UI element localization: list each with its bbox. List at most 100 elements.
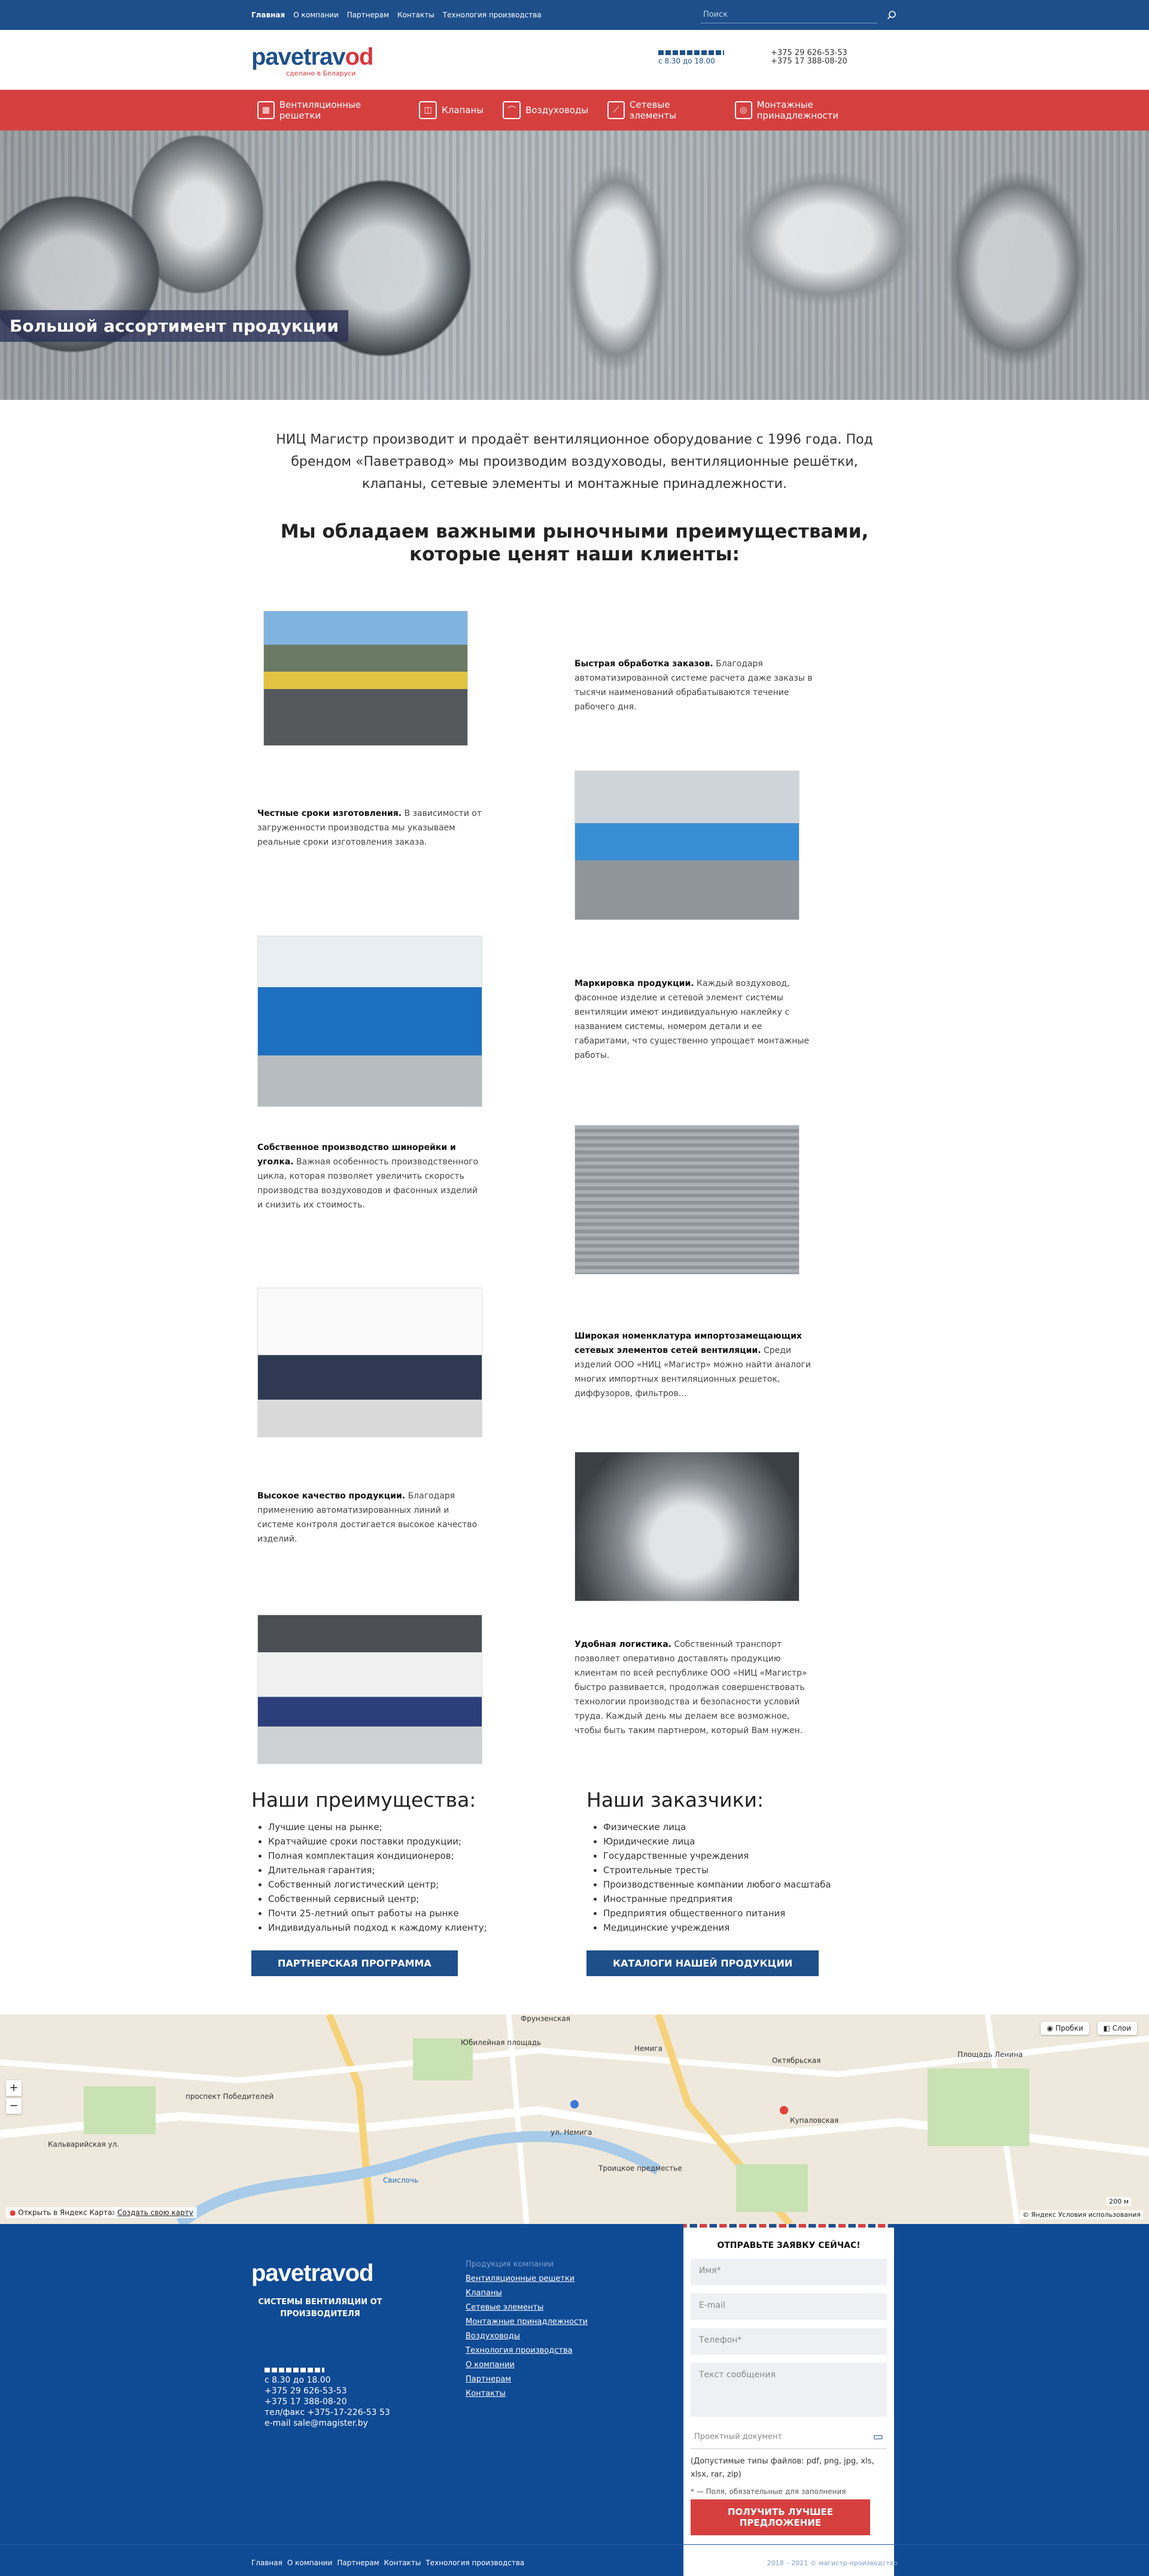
footer-link[interactable]: О компании — [466, 2358, 588, 2372]
hero-caption: Большой ассортимент продукции — [0, 310, 349, 342]
feature-title: Честные сроки изготовления. — [257, 809, 402, 818]
footer-link[interactable]: Вентиляционные решетки — [466, 2272, 588, 2286]
footer-contacts: с 8.30 до 18.00 +375 29 626-53-53 +375 1… — [265, 2368, 390, 2429]
grille-icon: ▦ — [257, 101, 275, 119]
feature-text: Маркировка продукции. Каждый воздуховод,… — [574, 976, 814, 1063]
category-valves[interactable]: ◫ Клапаны — [413, 101, 490, 119]
traffic-button[interactable]: ◉ Пробки — [1041, 2022, 1089, 2035]
footer-phone-2[interactable]: +375 17 388-08-20 — [265, 2396, 390, 2407]
file-types-note: (Допустимые типы файлов: pdf, png, jpg, … — [691, 2457, 874, 2479]
footer-link[interactable]: Клапаны — [466, 2286, 588, 2301]
lists-section: Наши преимущества: Лучшие цены на рынке;… — [251, 1788, 898, 1976]
map-copyright[interactable]: © Яндекс Условия использования — [1020, 2210, 1143, 2219]
footer-link[interactable]: Монтажные принадлежности — [466, 2315, 588, 2329]
feature-image-machine — [257, 936, 482, 1107]
search-input[interactable] — [701, 7, 877, 23]
site-header: pavetravod сделано в Беларуси с 8.30 до … — [0, 30, 1149, 90]
create-map-link[interactable]: Создать свою карту — [114, 2207, 197, 2218]
yandex-pin-icon: ● — [10, 2208, 19, 2217]
map-label: Октябрьская — [772, 2056, 821, 2065]
list-item: Физические лица — [603, 1820, 898, 1834]
footer-phone-1[interactable]: +375 29 626-53-53 — [265, 2386, 390, 2396]
bottom-nav-contacts[interactable]: Контакты — [384, 2559, 421, 2567]
category-mounting[interactable]: ◎ Монтажные принадлежности — [729, 99, 898, 121]
map-canvas[interactable] — [0, 2014, 1149, 2224]
phone-field[interactable]: Телефон* — [691, 2328, 887, 2354]
top-nav-contacts[interactable]: Контакты — [397, 11, 434, 19]
top-nav-technology[interactable]: Технология производства — [443, 11, 542, 19]
customers-list: Физические лица Юридические лица Государ… — [586, 1820, 898, 1935]
advantages-heading: Мы обладаем важными рыночными преимущест… — [280, 521, 869, 565]
list-item: Длительная гарантия; — [268, 1863, 563, 1877]
file-upload-field[interactable]: Проектный документ ▭ — [691, 2425, 887, 2449]
map-label: проспект Победителей — [186, 2092, 274, 2101]
footer-email[interactable]: e-mail sale@magister.by — [265, 2418, 390, 2429]
site-footer: pavetravod СИСТЕМЫ ВЕНТИЛЯЦИИ ОТ ПРОИЗВО… — [0, 2224, 1149, 2576]
zoom-in-icon[interactable]: + — [6, 2080, 22, 2096]
folder-icon[interactable]: ▭ — [873, 2431, 883, 2443]
phone-1[interactable]: +375 29 626-53-53 — [771, 49, 847, 57]
footer-link[interactable]: Сетевые элементы — [466, 2301, 588, 2315]
email-field[interactable]: E-mail — [691, 2293, 887, 2320]
bottom-nav-home[interactable]: Главная — [251, 2559, 282, 2567]
file-upload-label: Проектный документ — [694, 2432, 783, 2441]
customers-title: Наши заказчики: — [586, 1788, 764, 1812]
search-icon[interactable] — [886, 9, 898, 21]
message-field[interactable]: Текст сообщения — [691, 2363, 887, 2417]
our-customers: Наши заказчики: Физические лица Юридичес… — [586, 1788, 898, 1976]
feature-text: Удобная логистика. Собственный транспорт… — [574, 1637, 814, 1738]
logo[interactable]: pavetravod сделано в Беларуси — [251, 44, 395, 77]
footer-link[interactable]: Контакты — [466, 2387, 588, 2401]
list-item: Индивидуальный подход к каждому клиенту; — [268, 1920, 563, 1935]
footer-link[interactable]: Технология производства — [466, 2344, 588, 2358]
map-widget[interactable]: Фрунзенская Юбилейная площадь Немига Окт… — [0, 2014, 1149, 2224]
submit-button[interactable]: ПОЛУЧИТЬ ЛУЧШЕЕ ПРЕДЛОЖЕНИЕ — [691, 2499, 870, 2535]
top-nav-partners[interactable]: Партнерам — [347, 11, 389, 19]
phone-2[interactable]: +375 17 388-08-20 — [771, 57, 847, 66]
feature-text: Широкая номенклатура импортозамещающих с… — [574, 1329, 820, 1401]
category-network-elements[interactable]: ⟋ Сетевые элементы — [601, 99, 722, 121]
list-item: Собственный логистический центр; — [268, 1877, 563, 1892]
top-nav: Главная О компании Партнерам Контакты Те… — [251, 11, 542, 19]
zoom-out-icon[interactable]: − — [6, 2098, 22, 2114]
bottom-nav-partners[interactable]: Партнерам — [337, 2559, 379, 2567]
footer-hours: с 8.30 до 18.00 — [265, 2375, 331, 2385]
name-field[interactable]: Имя* — [691, 2259, 887, 2285]
map-label: Фрунзенская — [521, 2014, 570, 2023]
open-in-yandex-link[interactable]: ● Открыть в Яндекс Картах — [6, 2207, 120, 2218]
our-advantages: Наши преимущества: Лучшие цены на рынке;… — [251, 1788, 563, 1976]
top-nav-home[interactable]: Главная — [251, 11, 285, 19]
hours-flag-icon — [265, 2368, 324, 2372]
footer-logo[interactable]: pavetravod СИСТЕМЫ ВЕНТИЛЯЦИИ ОТ ПРОИЗВО… — [251, 2260, 389, 2320]
category-nav: ▦ Вентиляционные решетки ◫ Клапаны ⌒ Воздух… — [0, 90, 1149, 131]
category-label: Сетевые элементы — [629, 99, 676, 121]
list-item: Лучшие цены на рынке; — [268, 1820, 563, 1834]
top-nav-about[interactable]: О компании — [293, 11, 339, 19]
top-bar: Главная О компании Партнерам Контакты Те… — [0, 0, 1149, 30]
list-item: Государственные учреждения — [603, 1849, 898, 1863]
list-item: Иностранные предприятия — [603, 1892, 898, 1906]
list-item: Строительные тресты — [603, 1863, 898, 1877]
list-item: Полная комплектация кондиционеров; — [268, 1849, 563, 1863]
layers-button[interactable]: ◧ Слои — [1097, 2022, 1137, 2035]
feature-desc: Каждый воздуховод, фасонное изделие и се… — [574, 979, 810, 1060]
footer-link[interactable]: Партнерам — [466, 2372, 588, 2387]
category-grilles[interactable]: ▦ Вентиляционные решетки — [251, 99, 406, 121]
feature-title: Высокое качество продукции. — [257, 1491, 406, 1501]
bottom-nav-technology[interactable]: Технология производства — [425, 2559, 524, 2567]
list-item: Юридические лица — [603, 1834, 898, 1849]
feature-image-workshop — [574, 1125, 800, 1275]
bottom-nav-about[interactable]: О компании — [287, 2559, 333, 2567]
footer-links-title: Продукция компании — [466, 2260, 554, 2269]
mounting-icon: ◎ — [734, 101, 752, 119]
catalogs-button[interactable]: КАТАЛОГИ НАШЕЙ ПРОДУКЦИИ — [586, 1950, 819, 1976]
logo-text-end: od — [345, 44, 374, 70]
category-ducts[interactable]: ⌒ Воздуховоды — [497, 101, 594, 119]
feature-image-cnc — [257, 1615, 482, 1764]
logo-text: pavetrav — [251, 44, 346, 70]
footer-link[interactable]: Воздуховоды — [466, 2329, 588, 2344]
features-section: Быстрая обработка заказов. Благодаря авт… — [251, 566, 898, 1764]
footer-bottom: Главная О компании Партнерам Контакты Те… — [0, 2544, 1149, 2576]
category-label: Монтажные принадлежности — [756, 99, 839, 121]
partner-program-button[interactable]: ПАРТНЕРСКАЯ ПРОГРАММА — [251, 1950, 458, 1976]
